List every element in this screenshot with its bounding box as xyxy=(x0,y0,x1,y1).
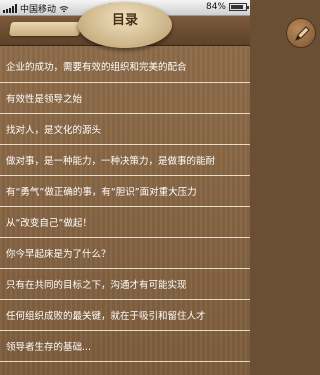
list-item[interactable]: 从“改变自己”做起！ xyxy=(0,207,250,238)
list-item[interactable]: 任何组织成败的最关键，就在于吸引和留住人才 xyxy=(0,300,250,331)
list-item[interactable]: 领导者生存的基础... xyxy=(0,331,250,362)
pen-icon xyxy=(295,26,310,41)
battery-fill xyxy=(231,5,243,9)
list-item[interactable]: 有效性是领导之始 xyxy=(0,83,250,114)
list-item[interactable]: 有“勇气”做正确的事，有“胆识”面对重大压力 xyxy=(0,176,250,207)
battery-icon xyxy=(229,3,249,11)
list-item[interactable]: 只有在共同的目标之下，沟通才有可能实现 xyxy=(0,269,250,300)
scroll-decoration xyxy=(9,22,81,36)
list-item[interactable]: 做对事，是一种能力，一种决策力，是做事的能耐 xyxy=(0,145,250,176)
table-of-contents: 企业的成功，需要有效的组织和完美的配合 有效性是领导之始 找对人，是文化的源头 … xyxy=(0,46,250,375)
battery-percent: 84% xyxy=(205,2,226,12)
status-right: 84% xyxy=(205,2,249,12)
page-title: 目录 xyxy=(111,13,138,28)
list-item[interactable]: 企业的成功，需要有效的组织和完美的配合 xyxy=(0,46,250,83)
edit-button[interactable] xyxy=(286,18,316,48)
list-item[interactable]: 你今早起床是为了什么？ xyxy=(0,238,250,269)
list-item[interactable]: 找对人，是文化的源头 xyxy=(0,114,250,145)
